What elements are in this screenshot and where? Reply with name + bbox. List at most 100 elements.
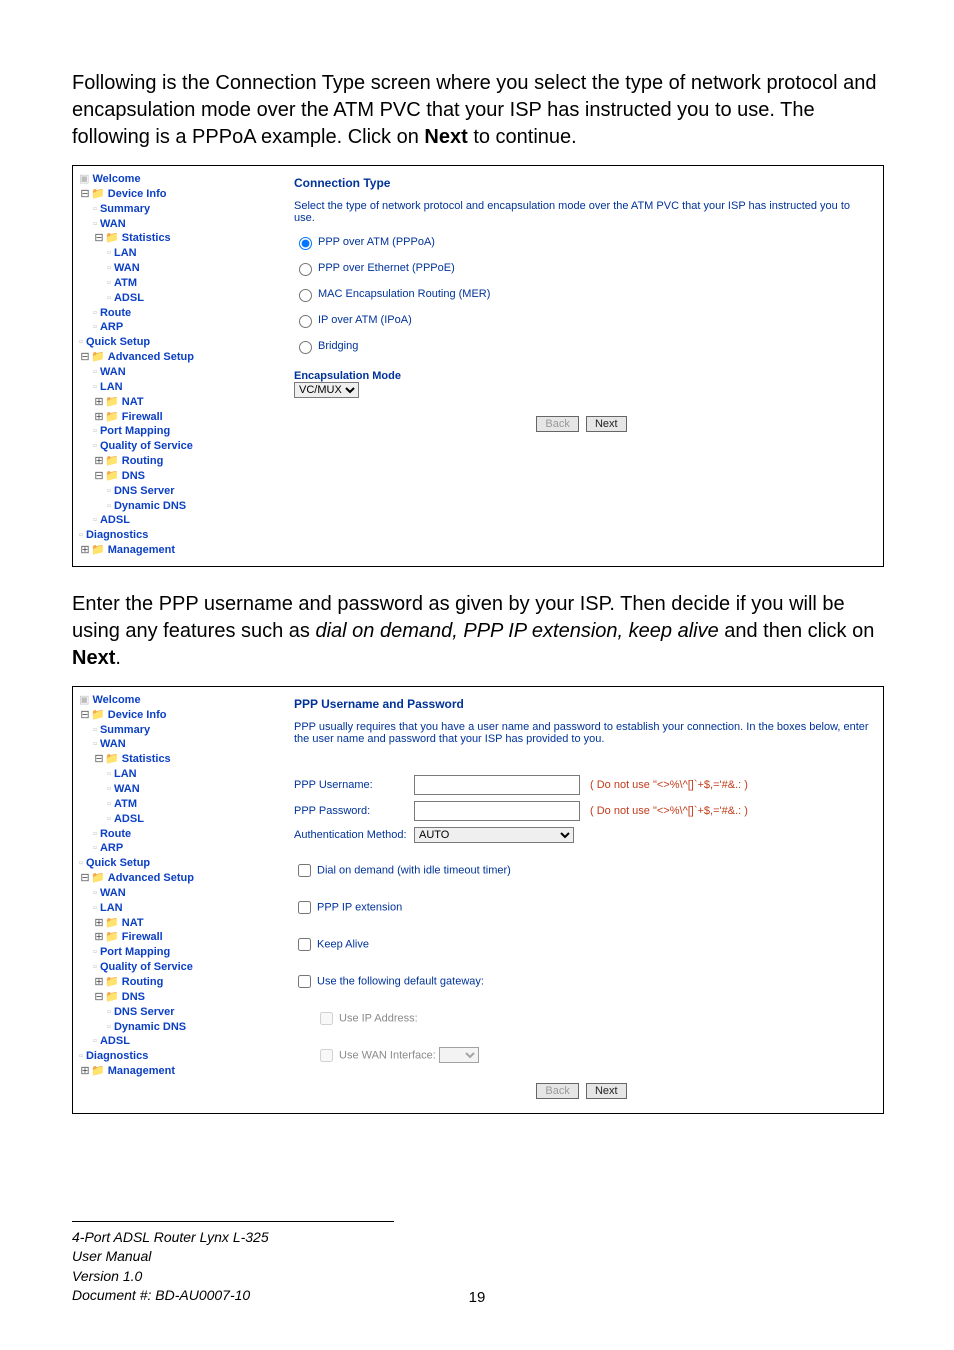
nav-quick-setup[interactable]: Quick Setup [86, 857, 150, 869]
ppp-username-input[interactable] [414, 775, 580, 795]
radio-ipoa-label: IP over ATM (IPoA) [318, 314, 412, 326]
ppp-password-input[interactable] [414, 801, 580, 821]
nav-firewall[interactable]: Firewall [122, 931, 163, 943]
nav-tree: ▣ Welcome ⊟📁 Device Info ▫ Summary ▫ WAN… [73, 166, 280, 566]
ppp-username-hint: ( Do not use "<>%\^[]`+$,='#&.: ) [590, 779, 748, 791]
nav-tree: ▣ Welcome ⊟📁 Device Info ▫ Summary ▫ WAN… [73, 687, 280, 1113]
paragraph-1: Following is the Connection Type screen … [72, 70, 882, 151]
nav-management[interactable]: Management [108, 544, 175, 556]
nav-quick-setup[interactable]: Quick Setup [86, 336, 150, 348]
bold-next: Next [424, 126, 467, 148]
nav-statistics[interactable]: Statistics [122, 753, 171, 765]
nav-stats-adsl[interactable]: ADSL [114, 813, 144, 825]
nav-dns-server[interactable]: DNS Server [114, 1006, 175, 1018]
nav-wan[interactable]: WAN [100, 218, 126, 230]
dial-on-demand-checkbox[interactable] [298, 864, 311, 877]
nav-qos[interactable]: Quality of Service [100, 440, 193, 452]
nav-advanced-setup[interactable]: Advanced Setup [108, 872, 194, 884]
nav-firewall[interactable]: Firewall [122, 411, 163, 423]
connection-type-pane: Connection Type Select the type of netwo… [280, 166, 883, 566]
nav-welcome[interactable]: Welcome [92, 173, 140, 185]
nav-dns-server[interactable]: DNS Server [114, 485, 175, 497]
radio-mer-label: MAC Encapsulation Routing (MER) [318, 288, 490, 300]
footer-line-1: 4-Port ADSL Router Lynx L-325 [72, 1228, 394, 1248]
radio-bridging-label: Bridging [318, 340, 358, 352]
nav-stats-wan[interactable]: WAN [114, 262, 140, 274]
next-button[interactable]: Next [586, 1083, 627, 1099]
footer-line-3: Version 1.0 [72, 1267, 394, 1287]
ppp-password-label: PPP Password: [294, 805, 414, 817]
auth-method-select[interactable]: AUTO [414, 827, 574, 843]
nav-adv-lan[interactable]: LAN [100, 381, 123, 393]
screenshot-ppp-credentials: ▣ Welcome ⊟📁 Device Info ▫ Summary ▫ WAN… [72, 686, 884, 1114]
nav-stats-lan[interactable]: LAN [114, 768, 137, 780]
keep-alive-checkbox[interactable] [298, 938, 311, 951]
back-button[interactable]: Back [536, 416, 578, 432]
paragraph-2: Enter the PPP username and password as g… [72, 591, 882, 672]
ppp-title: PPP Username and Password [294, 697, 869, 711]
screenshot-connection-type: ▣ Welcome ⊟📁 Device Info ▫ Summary ▫ WAN… [72, 165, 884, 567]
default-gateway-label: Use the following default gateway: [317, 975, 484, 987]
nav-stats-atm[interactable]: ATM [114, 277, 137, 289]
italic-features: dial on demand, PPP IP extension, keep a… [315, 620, 718, 642]
nav-advanced-setup[interactable]: Advanced Setup [108, 351, 194, 363]
ppp-password-hint: ( Do not use "<>%\^[]`+$,='#&.: ) [590, 805, 748, 817]
keep-alive-label: Keep Alive [317, 938, 369, 950]
text: to continue. [468, 126, 577, 148]
nav-stats-adsl[interactable]: ADSL [114, 292, 144, 304]
nav-summary[interactable]: Summary [100, 724, 150, 736]
radio-pppoa[interactable] [299, 237, 312, 250]
back-button[interactable]: Back [536, 1083, 578, 1099]
nav-welcome[interactable]: Welcome [92, 694, 140, 706]
nav-adv-wan[interactable]: WAN [100, 366, 126, 378]
nav-stats-atm[interactable]: ATM [114, 798, 137, 810]
nav-routing[interactable]: Routing [122, 455, 164, 467]
nav-arp[interactable]: ARP [100, 842, 123, 854]
footer-line-2: User Manual [72, 1247, 394, 1267]
nav-device-info[interactable]: Device Info [108, 709, 167, 721]
nav-route[interactable]: Route [100, 828, 131, 840]
nav-adsl[interactable]: ADSL [100, 1035, 130, 1047]
use-wan-if-label: Use WAN Interface: [339, 1049, 436, 1061]
nav-dns[interactable]: DNS [122, 991, 145, 1003]
nav-nat[interactable]: NAT [122, 396, 144, 408]
default-gateway-checkbox[interactable] [298, 975, 311, 988]
nav-dynamic-dns[interactable]: Dynamic DNS [114, 500, 186, 512]
nav-routing[interactable]: Routing [122, 976, 164, 988]
nav-dynamic-dns[interactable]: Dynamic DNS [114, 1021, 186, 1033]
wan-if-select [439, 1047, 479, 1063]
connection-type-note: Select the type of network protocol and … [294, 200, 869, 224]
nav-adv-lan[interactable]: LAN [100, 902, 123, 914]
nav-port-mapping[interactable]: Port Mapping [100, 946, 170, 958]
radio-mer[interactable] [299, 289, 312, 302]
text: and then click on [719, 620, 875, 642]
auth-method-label: Authentication Method: [294, 829, 414, 841]
ppp-username-label: PPP Username: [294, 779, 414, 791]
nav-statistics[interactable]: Statistics [122, 232, 171, 244]
nav-management[interactable]: Management [108, 1065, 175, 1077]
nav-diagnostics[interactable]: Diagnostics [86, 1050, 148, 1062]
page-number: 19 [0, 1289, 954, 1306]
nav-adsl[interactable]: ADSL [100, 514, 130, 526]
radio-bridging[interactable] [299, 341, 312, 354]
nav-stats-lan[interactable]: LAN [114, 247, 137, 259]
nav-qos[interactable]: Quality of Service [100, 961, 193, 973]
nav-adv-wan[interactable]: WAN [100, 887, 126, 899]
next-button[interactable]: Next [586, 416, 627, 432]
connection-type-title: Connection Type [294, 176, 869, 190]
nav-summary[interactable]: Summary [100, 203, 150, 215]
ppp-ip-extension-label: PPP IP extension [317, 901, 402, 913]
nav-port-mapping[interactable]: Port Mapping [100, 425, 170, 437]
nav-nat[interactable]: NAT [122, 917, 144, 929]
radio-ipoa[interactable] [299, 315, 312, 328]
nav-wan[interactable]: WAN [100, 738, 126, 750]
nav-stats-wan[interactable]: WAN [114, 783, 140, 795]
nav-diagnostics[interactable]: Diagnostics [86, 529, 148, 541]
nav-device-info[interactable]: Device Info [108, 188, 167, 200]
encapsulation-select[interactable]: VC/MUX [294, 382, 359, 398]
nav-arp[interactable]: ARP [100, 321, 123, 333]
nav-dns[interactable]: DNS [122, 470, 145, 482]
nav-route[interactable]: Route [100, 307, 131, 319]
ppp-ip-extension-checkbox[interactable] [298, 901, 311, 914]
radio-pppoe[interactable] [299, 263, 312, 276]
